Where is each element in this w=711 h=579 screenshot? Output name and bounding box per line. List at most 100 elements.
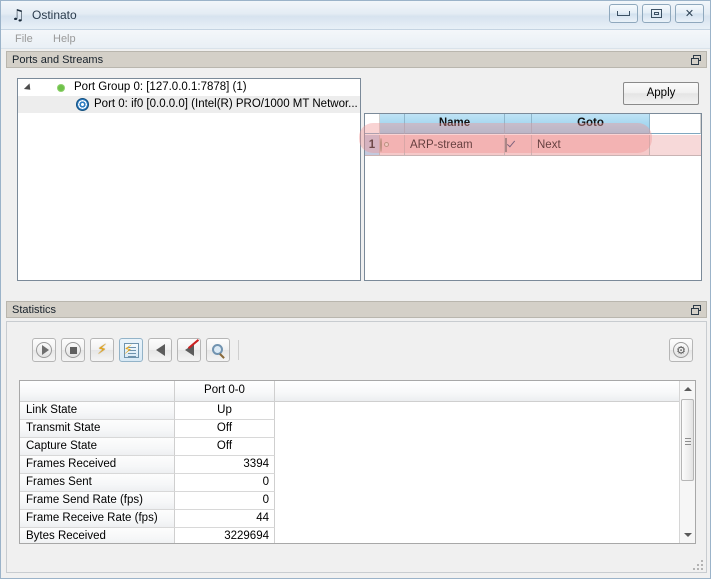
table-row[interactable]: 1 ARP-stream Next (365, 135, 701, 156)
stat-value: 3394 (175, 456, 275, 474)
stat-row-filler (275, 456, 695, 474)
stat-label: Frame Send Rate (fps) (20, 492, 175, 510)
streams-header-icon[interactable] (380, 114, 405, 134)
magnifier-icon (207, 339, 229, 361)
stream-row-number: 1 (365, 135, 380, 156)
ports-and-streams-title-bar: Ports and Streams (6, 51, 707, 68)
table-row[interactable]: Frame Receive Rate (fps) 44 (20, 510, 695, 528)
minimize-icon (610, 5, 637, 22)
statistics-body: ⚡ ⚡ ⚙ Port 0-0 Link State Up Transmit St… (6, 321, 707, 573)
undock-icon-ports[interactable] (691, 55, 702, 66)
tree-item-label: Port 0: if0 [0.0.0.0] (Intel(R) PRO/1000… (94, 98, 358, 110)
stat-value: Off (175, 438, 275, 456)
stream-filler-cell (650, 135, 701, 156)
streams-table[interactable]: Name Goto 1 ARP-stream Next (364, 113, 702, 281)
stop-transmit-button[interactable] (61, 338, 85, 362)
stat-label: Capture State (20, 438, 175, 456)
resolve-neighbors-button[interactable] (148, 338, 172, 362)
window-controls: ✕ (609, 4, 704, 23)
stat-row-filler (275, 402, 695, 420)
tree-item-port-group-0[interactable]: Port Group 0: [127.0.0.1:7878] (1) (18, 79, 360, 96)
stat-row-filler (275, 510, 695, 528)
bolt-document-icon: ⚡ (120, 339, 142, 361)
find-button[interactable] (206, 338, 230, 362)
stat-label: Frames Sent (20, 474, 175, 492)
scroll-down-arrow-icon[interactable] (680, 527, 695, 543)
stat-row-filler (275, 420, 695, 438)
view-capture-button[interactable]: ⚡ (119, 338, 143, 362)
stat-row-filler (275, 438, 695, 456)
start-transmit-button[interactable] (32, 338, 56, 362)
ports-and-streams-body: Port Group 0: [127.0.0.1:7878] (1) Port … (6, 68, 707, 292)
stream-gear-icon (380, 138, 382, 152)
stat-label: Transmit State (20, 420, 175, 438)
table-row[interactable]: Link State Up (20, 402, 695, 420)
stat-row-filler (275, 474, 695, 492)
stat-value: 44 (175, 510, 275, 528)
stream-goto-cell[interactable]: Next (532, 135, 650, 156)
resize-grip[interactable] (691, 558, 703, 570)
streams-header-filler (650, 114, 701, 134)
stream-enabled-cell[interactable] (505, 135, 532, 156)
start-capture-button[interactable]: ⚡ (90, 338, 114, 362)
stream-enabled-checkbox[interactable] (505, 138, 507, 152)
streams-header-goto[interactable]: Goto (532, 114, 650, 134)
ports-tree[interactable]: Port Group 0: [127.0.0.1:7878] (1) Port … (17, 78, 361, 281)
maximize-icon (643, 5, 670, 22)
stats-column-header-port-0-0[interactable]: Port 0-0 (175, 381, 275, 401)
green-status-dot-icon (58, 85, 64, 91)
streams-table-header: Name Goto (365, 114, 701, 134)
undock-icon-statistics[interactable] (691, 305, 702, 316)
scrollbar-thumb[interactable] (681, 399, 694, 481)
stat-value: 0 (175, 492, 275, 510)
stat-value: Up (175, 402, 275, 420)
menu-item-help[interactable]: Help (49, 33, 80, 45)
stop-icon (62, 339, 84, 361)
minimize-button[interactable] (609, 4, 638, 23)
statistics-rows: Link State Up Transmit State Off Capture Sta… (20, 402, 695, 543)
ostinato-main-window: ♫ Ostinato ✕ File Help Ports and Streams (0, 0, 711, 579)
menu-item-file[interactable]: File (11, 33, 37, 45)
stream-icon-cell[interactable] (380, 135, 405, 156)
clear-neighbors-button[interactable] (177, 338, 201, 362)
statistics-scrollbar[interactable] (679, 381, 695, 543)
speaker-muted-icon (178, 339, 200, 361)
bolt-icon: ⚡ (97, 342, 107, 358)
table-row[interactable]: Frames Received 3394 (20, 456, 695, 474)
table-row[interactable]: Bytes Received 3229694 (20, 528, 695, 543)
statistics-toolbar: ⚡ ⚡ ⚙ (7, 334, 708, 366)
menu-bar: File Help (1, 30, 710, 49)
streams-header-name[interactable]: Name (405, 114, 505, 134)
apply-button[interactable]: Apply (623, 82, 699, 105)
stat-label: Frame Receive Rate (fps) (20, 510, 175, 528)
stat-label: Link State (20, 402, 175, 420)
expanded-triangle-icon[interactable] (23, 83, 34, 93)
statistics-table[interactable]: Port 0-0 Link State Up Transmit State Off Ca… (19, 380, 696, 544)
close-button[interactable]: ✕ (675, 4, 704, 23)
close-icon: ✕ (684, 7, 695, 20)
statistics-label: Statistics (12, 304, 57, 316)
streams-header-rownum[interactable] (365, 114, 380, 134)
stats-header-filler (275, 381, 695, 401)
preferences-button[interactable]: ⚙ (669, 338, 693, 362)
stat-label: Frames Received (20, 456, 175, 474)
tree-item-port-0[interactable]: Port 0: if0 [0.0.0.0] (Intel(R) PRO/1000… (18, 96, 360, 113)
scroll-up-arrow-icon[interactable] (680, 381, 695, 397)
stats-corner-header (20, 381, 175, 401)
stream-name-cell[interactable]: ARP-stream (405, 135, 505, 156)
window-title: Ostinato (32, 8, 77, 22)
statistics-title-bar: Statistics (6, 301, 707, 318)
table-row[interactable]: Frame Send Rate (fps) 0 (20, 492, 695, 510)
stat-label: Bytes Received (20, 528, 175, 543)
stat-value: Off (175, 420, 275, 438)
ostinato-logo-icon: ♫ (11, 6, 25, 24)
stat-row-filler (275, 528, 695, 543)
streams-header-enabled[interactable] (505, 114, 532, 134)
table-row[interactable]: Transmit State Off (20, 420, 695, 438)
table-row[interactable]: Capture State Off (20, 438, 695, 456)
tree-item-label: Port Group 0: [127.0.0.1:7878] (1) (74, 81, 247, 93)
toolbar-separator (238, 340, 239, 360)
maximize-button[interactable] (642, 4, 671, 23)
speaker-icon (149, 339, 171, 361)
table-row[interactable]: Frames Sent 0 (20, 474, 695, 492)
